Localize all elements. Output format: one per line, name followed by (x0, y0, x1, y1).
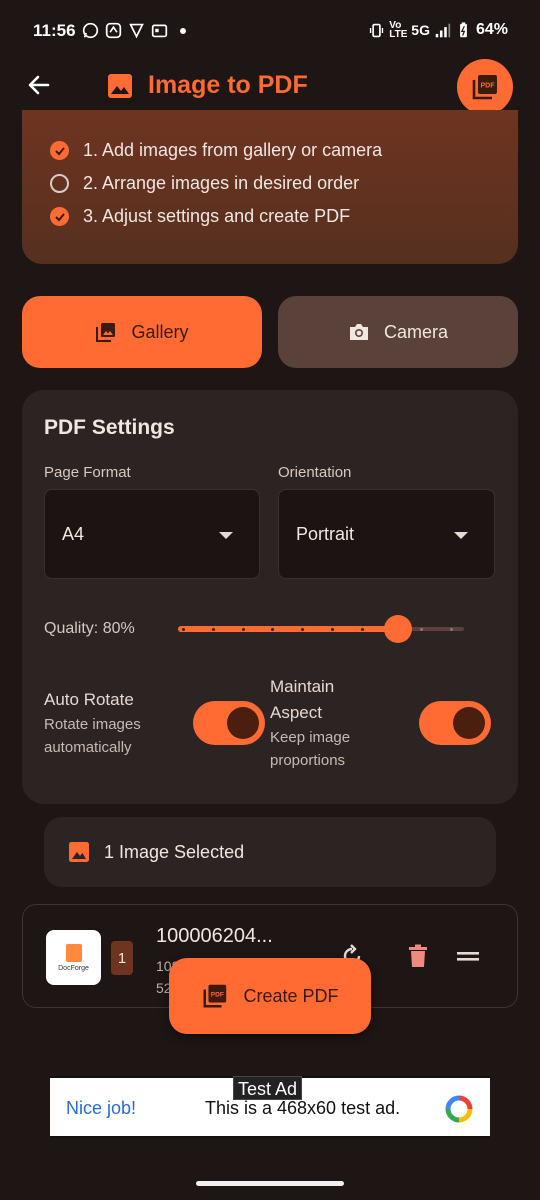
orientation-label: Orientation (278, 464, 352, 481)
page-format-label: Page Format (44, 464, 131, 481)
slider-tick (242, 628, 245, 631)
page-format-select[interactable]: A4 (44, 489, 260, 579)
auto-rotate-description: Rotate images automatically (44, 716, 141, 756)
slider-fill (178, 626, 398, 632)
page-format-value: A4 (62, 523, 85, 544)
slider-tick (212, 628, 215, 631)
dropdown-arrow-icon (454, 532, 468, 539)
vpn-icon (129, 23, 144, 39)
check-circle-icon (50, 141, 69, 160)
slider-tick (450, 628, 453, 631)
create-pdf-button[interactable]: PDF Create PDF (169, 958, 371, 1034)
system-status: Vo LTE 5G 64% (368, 20, 508, 40)
slider-tick (331, 628, 334, 631)
step-text: 3. Adjust settings and create PDF (83, 206, 351, 226)
maintain-aspect-label: Maintain Aspect (270, 677, 335, 722)
image-thumbnail[interactable]: DocForge (46, 930, 101, 985)
camera-button[interactable]: Camera (278, 296, 518, 368)
page-title: Image to PDF (148, 71, 308, 99)
orientation-select[interactable]: Portrait (278, 489, 495, 579)
drag-handle[interactable] (453, 941, 483, 971)
slider-tick (420, 628, 423, 631)
app-notification-icon (105, 22, 122, 39)
docforge-logo-icon (65, 943, 82, 962)
quality-slider[interactable] (178, 614, 464, 644)
arrow-back-icon (28, 75, 50, 95)
network-type: 5G (411, 22, 430, 38)
test-ad-tag: Test Ad (233, 1076, 303, 1100)
switch-knob (453, 707, 485, 739)
pdf-icon: PDF (204, 984, 227, 1008)
image-index-badge: 1 (111, 941, 133, 975)
camera-icon (349, 324, 368, 340)
selection-summary: 1 Image Selected (44, 817, 496, 887)
empty-circle-icon (50, 174, 69, 193)
ad-logo-icon (445, 1095, 473, 1123)
slider-thumb[interactable] (384, 615, 412, 643)
volte-indicator: Vo LTE (389, 20, 408, 40)
ad-main-text: This is a 468x60 test ad. (205, 1098, 401, 1118)
create-pdf-label: Create PDF (243, 985, 339, 1006)
back-button[interactable] (22, 68, 56, 102)
step-item-1: 1. Add images from gallery or camera (50, 140, 382, 161)
quality-label: Quality: 80% (44, 620, 135, 637)
vibrate-icon (370, 23, 384, 37)
step-text: 1. Add images from gallery or camera (83, 140, 383, 160)
step-item-2: 2. Arrange images in desired order (50, 173, 359, 194)
thumbnail-caption: DocForge (58, 964, 89, 972)
status-bar: 11:56 Vo LTE 5G 64% (0, 0, 540, 62)
step-text: 2. Arrange images in desired order (83, 173, 360, 193)
battery-icon (460, 21, 467, 37)
pdf-icon-badge: PDF (481, 83, 496, 90)
battery-percent: 64% (475, 21, 508, 38)
image-file-name: 100006204... (156, 925, 273, 947)
camera-label: Camera (383, 321, 449, 342)
notification-icons (82, 22, 186, 39)
image-icon (108, 74, 132, 98)
pdf-icon: PDF (472, 75, 497, 100)
pdf-icon-badge: PDF (211, 991, 224, 998)
switch-knob (227, 707, 259, 739)
image-icon (69, 842, 89, 862)
instructions-card: 1. Add images from gallery or camera 2. … (22, 110, 518, 264)
more-notifications-dot (180, 27, 186, 34)
photo-library-icon (96, 323, 116, 342)
gallery-button[interactable]: Gallery (22, 296, 262, 368)
signal-icon (435, 23, 451, 37)
pdf-settings-card: PDF Settings Page Format A4 Orientation … (22, 390, 518, 804)
drag-handle-icon (457, 952, 479, 961)
orientation-value: Portrait (296, 523, 355, 544)
maintain-aspect-description: Keep image proportions (270, 729, 351, 769)
slider-tick (361, 628, 364, 631)
delete-button[interactable] (403, 941, 433, 971)
slider-tick (301, 628, 304, 631)
pdf-action-button[interactable]: PDF (457, 59, 513, 115)
ad-left-text: Nice job! (66, 1098, 137, 1118)
trash-icon (409, 944, 427, 967)
whatsapp-icon (82, 22, 99, 39)
slider-tick (271, 628, 274, 631)
auto-rotate-switch[interactable] (193, 701, 265, 745)
auto-rotate-label: Auto Rotate (44, 690, 134, 709)
step-item-3: 3. Adjust settings and create PDF (50, 206, 350, 227)
gallery-label: Gallery (131, 321, 189, 342)
dropdown-arrow-icon (219, 532, 233, 539)
maintain-aspect-switch[interactable] (419, 701, 491, 745)
settings-title: PDF Settings (44, 416, 175, 439)
selection-count: 1 Image Selected (104, 841, 245, 862)
navigation-handle[interactable] (196, 1181, 344, 1186)
check-circle-icon (50, 207, 69, 226)
slider-tick (182, 628, 185, 631)
calendar-icon (151, 24, 168, 38)
status-time: 11:56 (33, 21, 76, 40)
